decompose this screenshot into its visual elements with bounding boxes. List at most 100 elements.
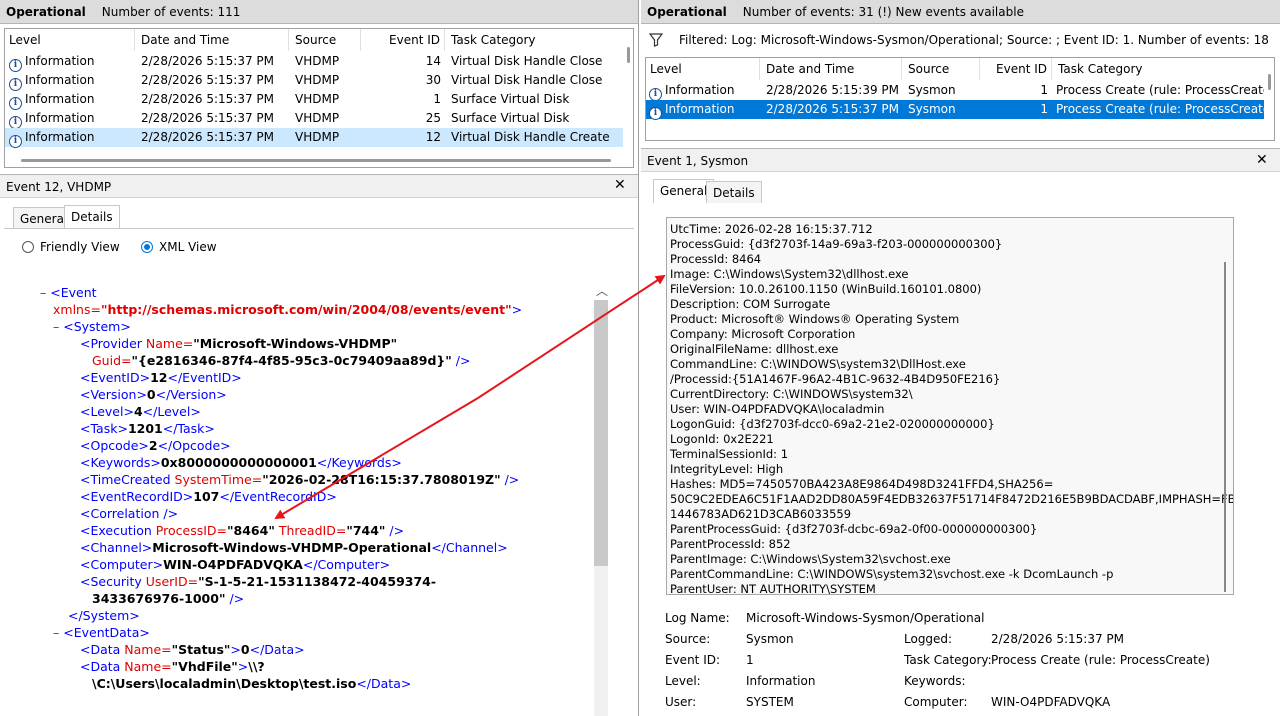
- xml-eventid-open: <EventID>: [80, 370, 151, 385]
- cell-text: Virtual Disk Handle Create: [451, 130, 610, 144]
- close-icon[interactable]: ✕: [614, 178, 626, 192]
- table-row[interactable]: i Information 2/28/2026 5:15:37 PM VHDMP 14 V…: [5, 52, 623, 72]
- xml-data-vhdfile-name: "VhdFile": [171, 659, 238, 674]
- xml-keywords-value: 0x8000000000000001: [160, 455, 317, 470]
- cell-id: 1: [982, 81, 1048, 100]
- collapse-eventdata[interactable]: –: [53, 625, 59, 640]
- table-row[interactable]: i Information 2/28/2026 5:15:37 PM VHDMP 12 V…: [5, 128, 623, 148]
- tab-details[interactable]: Details: [64, 205, 120, 229]
- cell-level: i Information: [649, 100, 760, 120]
- cell-text: VHDMP: [295, 111, 340, 125]
- radio-xml-view[interactable]: XML View: [141, 240, 217, 254]
- cell-level: i Information: [9, 52, 135, 72]
- radio-friendly-label: Friendly View: [40, 240, 120, 254]
- cell-date: 2/28/2026 5:15:37 PM: [141, 71, 289, 90]
- xml-scroll-up-icon[interactable]: ︿: [594, 282, 610, 299]
- detail-line: ParentUser: NT AUTHORITY\SYSTEM: [670, 582, 876, 595]
- detail-line: TerminalSessionId: 1: [670, 447, 789, 461]
- cell-date: 2/28/2026 5:15:37 PM: [141, 109, 289, 128]
- detail-line: Image: C:\Windows\System32\dllhost.exe: [670, 267, 909, 281]
- xml-view-box: – <Event xmlns="http://schemas.microsoft…: [30, 268, 594, 716]
- cell-source: VHDMP: [295, 128, 361, 147]
- xml-channel-value: Microsoft-Windows-VHDMP-Operational: [152, 540, 432, 555]
- cell-text: 1: [433, 92, 441, 106]
- right-table-vscroll[interactable]: [1268, 74, 1271, 90]
- col-source[interactable]: Source: [291, 29, 361, 51]
- left-table-hscroll[interactable]: [21, 159, 611, 162]
- table-row[interactable]: i Information 2/28/2026 5:15:37 PM Sysmon 1 P…: [646, 100, 1264, 120]
- cell-source: VHDMP: [295, 90, 361, 109]
- cell-text: Process Create (rule: ProcessCreate): [1056, 102, 1264, 116]
- xml-xmlns-attr: xmlns=: [53, 302, 101, 317]
- cell-text: 30: [425, 73, 441, 87]
- right-event-viewer-pane: Operational Number of events: 31 (!) New…: [641, 0, 1280, 716]
- detail-line: User: WIN-O4PDFADVQKA\localadmin: [670, 402, 885, 416]
- cell-text: Sysmon: [908, 83, 956, 97]
- col-level[interactable]: Level: [5, 29, 135, 51]
- left-events-table[interactable]: Level Date and Time Source Event ID Task…: [4, 28, 634, 168]
- detail-line: LogonGuid: {d3f2703f-dcc0-69a2-21e2-0200…: [670, 417, 995, 431]
- collapse-event[interactable]: –: [40, 285, 46, 300]
- left-table-vscroll[interactable]: [627, 47, 630, 63]
- table-row[interactable]: i Information 2/28/2026 5:15:39 PM Sysmon 1 P…: [646, 81, 1264, 101]
- col-date[interactable]: Date and Time: [137, 29, 289, 51]
- cell-text: 2/28/2026 5:15:37 PM: [141, 54, 275, 68]
- table-row[interactable]: i Information 2/28/2026 5:15:37 PM VHDMP 1 Su…: [5, 90, 623, 110]
- info-icon: i: [649, 107, 662, 120]
- prop-task: Process Create (rule: ProcessCreate): [991, 653, 1210, 667]
- radio-xml[interactable]: [141, 241, 153, 253]
- xml-version-open: <Version>: [80, 387, 147, 402]
- xml-userid-attr: UserID=: [145, 574, 199, 589]
- cell-text: Information: [665, 102, 735, 116]
- cell-text: VHDMP: [295, 54, 340, 68]
- col-eventid[interactable]: Event ID: [982, 58, 1052, 80]
- xml-event-tag: <Event: [50, 285, 97, 300]
- cell-text: 14: [425, 54, 441, 68]
- cell-id: 30: [363, 71, 441, 90]
- prop-logged-label: Logged:: [904, 632, 953, 646]
- right-event-header: Event 1, Sysmon: [641, 148, 1280, 172]
- right-log-header: Operational Number of events: 31 (!) New…: [641, 0, 1280, 24]
- cell-id: 25: [363, 109, 441, 128]
- prop-log-name-label: Log Name:: [665, 611, 730, 625]
- col-source[interactable]: Source: [904, 58, 980, 80]
- col-eventid[interactable]: Event ID: [363, 29, 445, 51]
- cell-date: 2/28/2026 5:15:37 PM: [766, 100, 902, 119]
- detail-line: 50C9C2EDEA6C51F1AAD2DD80A59F4EDB32637F51…: [670, 492, 1234, 506]
- detail-line: LogonId: 0x2E221: [670, 432, 774, 446]
- cell-level: i Information: [9, 109, 135, 129]
- prop-event-id: 1: [746, 653, 754, 667]
- tab-details[interactable]: Details: [706, 181, 762, 203]
- left-log-header: Operational Number of events: 111: [0, 0, 638, 24]
- xml-version-close: </Version>: [155, 387, 227, 402]
- prop-log-name: Microsoft-Windows-Sysmon/Operational: [746, 611, 985, 625]
- details-scrollbar[interactable]: [1224, 262, 1226, 592]
- prop-source: Sysmon: [746, 632, 794, 646]
- xml-data-close: </Data>: [249, 642, 305, 657]
- cell-date: 2/28/2026 5:15:37 PM: [141, 90, 289, 109]
- cell-text: 2/28/2026 5:15:39 PM: [766, 83, 900, 97]
- col-task[interactable]: Task Category: [1054, 58, 1264, 80]
- table-row[interactable]: i Information 2/28/2026 5:15:37 PM VHDMP 30 V…: [5, 71, 623, 91]
- cell-text: Virtual Disk Handle Close: [451, 73, 603, 87]
- xml-scrollbar-thumb[interactable]: [594, 300, 608, 566]
- col-task[interactable]: Task Category: [447, 29, 627, 51]
- cell-text: Information: [25, 130, 95, 144]
- col-level[interactable]: Level: [646, 58, 760, 80]
- filter-icon: [649, 33, 663, 47]
- xml-content: – <Event xmlns="http://schemas.microsoft…: [30, 268, 594, 716]
- cell-text: VHDMP: [295, 92, 340, 106]
- xml-eventrecordid-close: </EventRecordID>: [219, 489, 337, 504]
- xml-data-tag: <Data: [80, 642, 125, 657]
- collapse-system[interactable]: –: [53, 319, 59, 334]
- cell-text: VHDMP: [295, 130, 340, 144]
- col-date[interactable]: Date and Time: [762, 58, 902, 80]
- close-icon[interactable]: ✕: [1256, 153, 1268, 167]
- table-row[interactable]: i Information 2/28/2026 5:15:37 PM VHDMP 25 S…: [5, 109, 623, 129]
- radio-friendly[interactable]: [22, 241, 34, 253]
- radio-friendly-view[interactable]: Friendly View: [22, 240, 120, 254]
- prop-level: Information: [746, 674, 816, 688]
- xml-gt: >: [237, 659, 249, 674]
- prop-user: SYSTEM: [746, 695, 794, 709]
- right-events-table[interactable]: Level Date and Time Source Event ID Task…: [645, 57, 1275, 141]
